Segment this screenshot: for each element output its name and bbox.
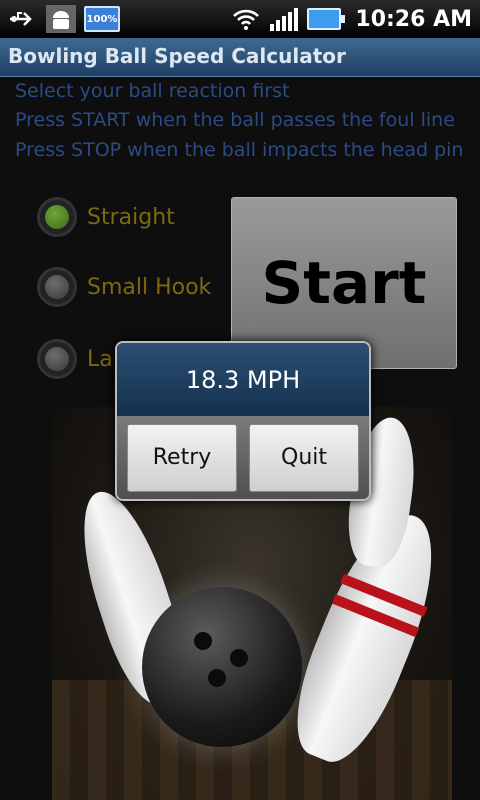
app-title: Bowling Ball Speed Calculator [8, 44, 346, 68]
wifi-icon [231, 5, 261, 33]
radio-button[interactable] [37, 197, 77, 237]
clock: 10:26 AM [355, 6, 472, 32]
usb-icon [8, 5, 38, 33]
radio-button[interactable] [37, 339, 77, 379]
dialog-button-bar: Retry Quit [117, 416, 369, 499]
speed-result: 18.3 MPH [117, 343, 369, 416]
signal-icon [269, 5, 299, 33]
radio-label-small-hook: Small Hook [87, 274, 212, 300]
radio-small-hook[interactable]: Small Hook [37, 267, 211, 307]
radio-label-large-hook: La [87, 346, 113, 372]
status-right: 10:26 AM [231, 4, 472, 34]
battery-percent-icon: 100% [84, 6, 120, 32]
instruction-3: Press STOP when the ball impacts the hea… [15, 139, 464, 161]
status-bar: 100% 10:26 AM [0, 0, 480, 38]
instruction-2: Press START when the ball passes the fou… [15, 109, 455, 131]
instruction-1: Select your ball reaction first [15, 80, 290, 102]
status-left: 100% [8, 4, 120, 34]
retry-button[interactable]: Retry [127, 423, 237, 492]
battery-icon [307, 8, 346, 30]
quit-button[interactable]: Quit [249, 423, 359, 492]
bowling-ball-image [142, 587, 302, 747]
result-dialog: 18.3 MPH Retry Quit [115, 341, 371, 501]
radio-large-hook[interactable]: La [37, 339, 113, 379]
app-title-bar: Bowling Ball Speed Calculator [0, 38, 480, 77]
android-debug-icon [46, 5, 76, 33]
radio-straight[interactable]: Straight [37, 197, 175, 237]
radio-button[interactable] [37, 267, 77, 307]
radio-label-straight: Straight [87, 204, 175, 230]
